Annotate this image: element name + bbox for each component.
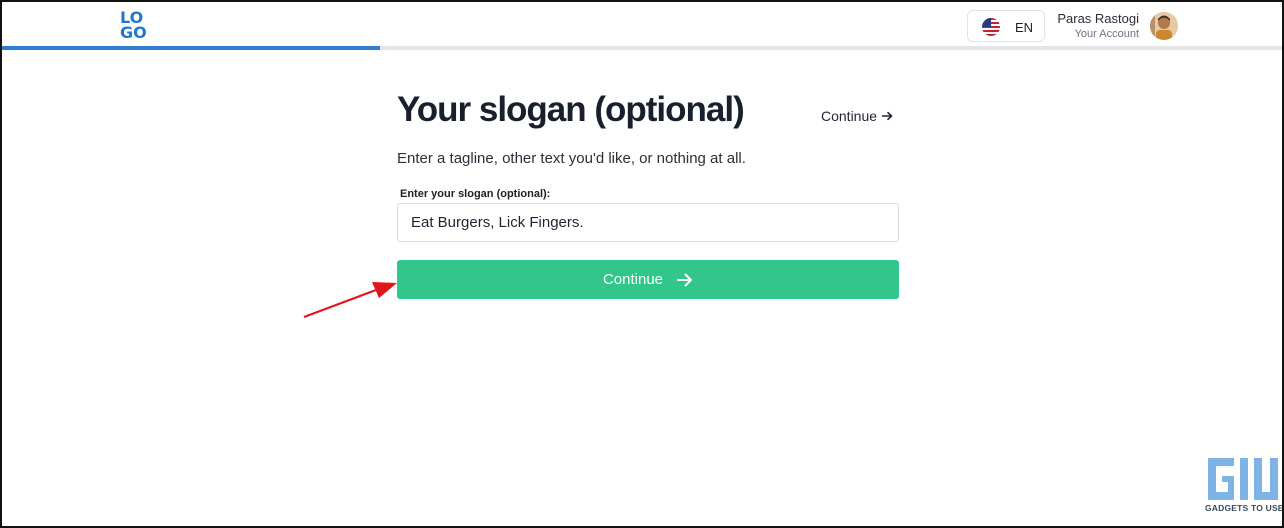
progress-fill <box>2 46 380 50</box>
user-name[interactable]: Paras Rastogi <box>1057 11 1139 26</box>
watermark-icon <box>1208 458 1278 500</box>
account-link[interactable]: Your Account <box>1075 28 1139 40</box>
continue-button-label: Continue <box>602 271 664 288</box>
slogan-input[interactable] <box>397 203 899 242</box>
arrow-right-icon <box>677 273 693 286</box>
continue-button[interactable]: Continue <box>397 260 899 299</box>
arrow-right-icon <box>882 111 893 121</box>
watermark-logo <box>1204 456 1282 526</box>
skip-continue-link[interactable]: Continue <box>821 108 893 124</box>
language-code: EN <box>1015 20 1034 35</box>
page-description: Enter a tagline, other text you'd like, … <box>397 150 746 167</box>
skip-continue-label: Continue <box>821 108 878 124</box>
us-flag-icon <box>982 18 1000 36</box>
avatar-image <box>1150 12 1178 40</box>
watermark-text: GADGETS TO USE <box>1205 503 1284 513</box>
page-title: Your slogan (optional) <box>397 90 745 129</box>
top-bar: LO GO EN Paras Rastogi Your Account <box>0 0 1284 50</box>
logo[interactable]: LO GO <box>120 10 152 42</box>
slogan-field-label: Enter your slogan (optional): <box>400 188 551 200</box>
language-selector[interactable]: EN <box>967 10 1045 42</box>
avatar[interactable] <box>1150 12 1178 40</box>
progress-bar <box>2 46 1282 50</box>
logo-line-2: GO <box>120 23 147 42</box>
